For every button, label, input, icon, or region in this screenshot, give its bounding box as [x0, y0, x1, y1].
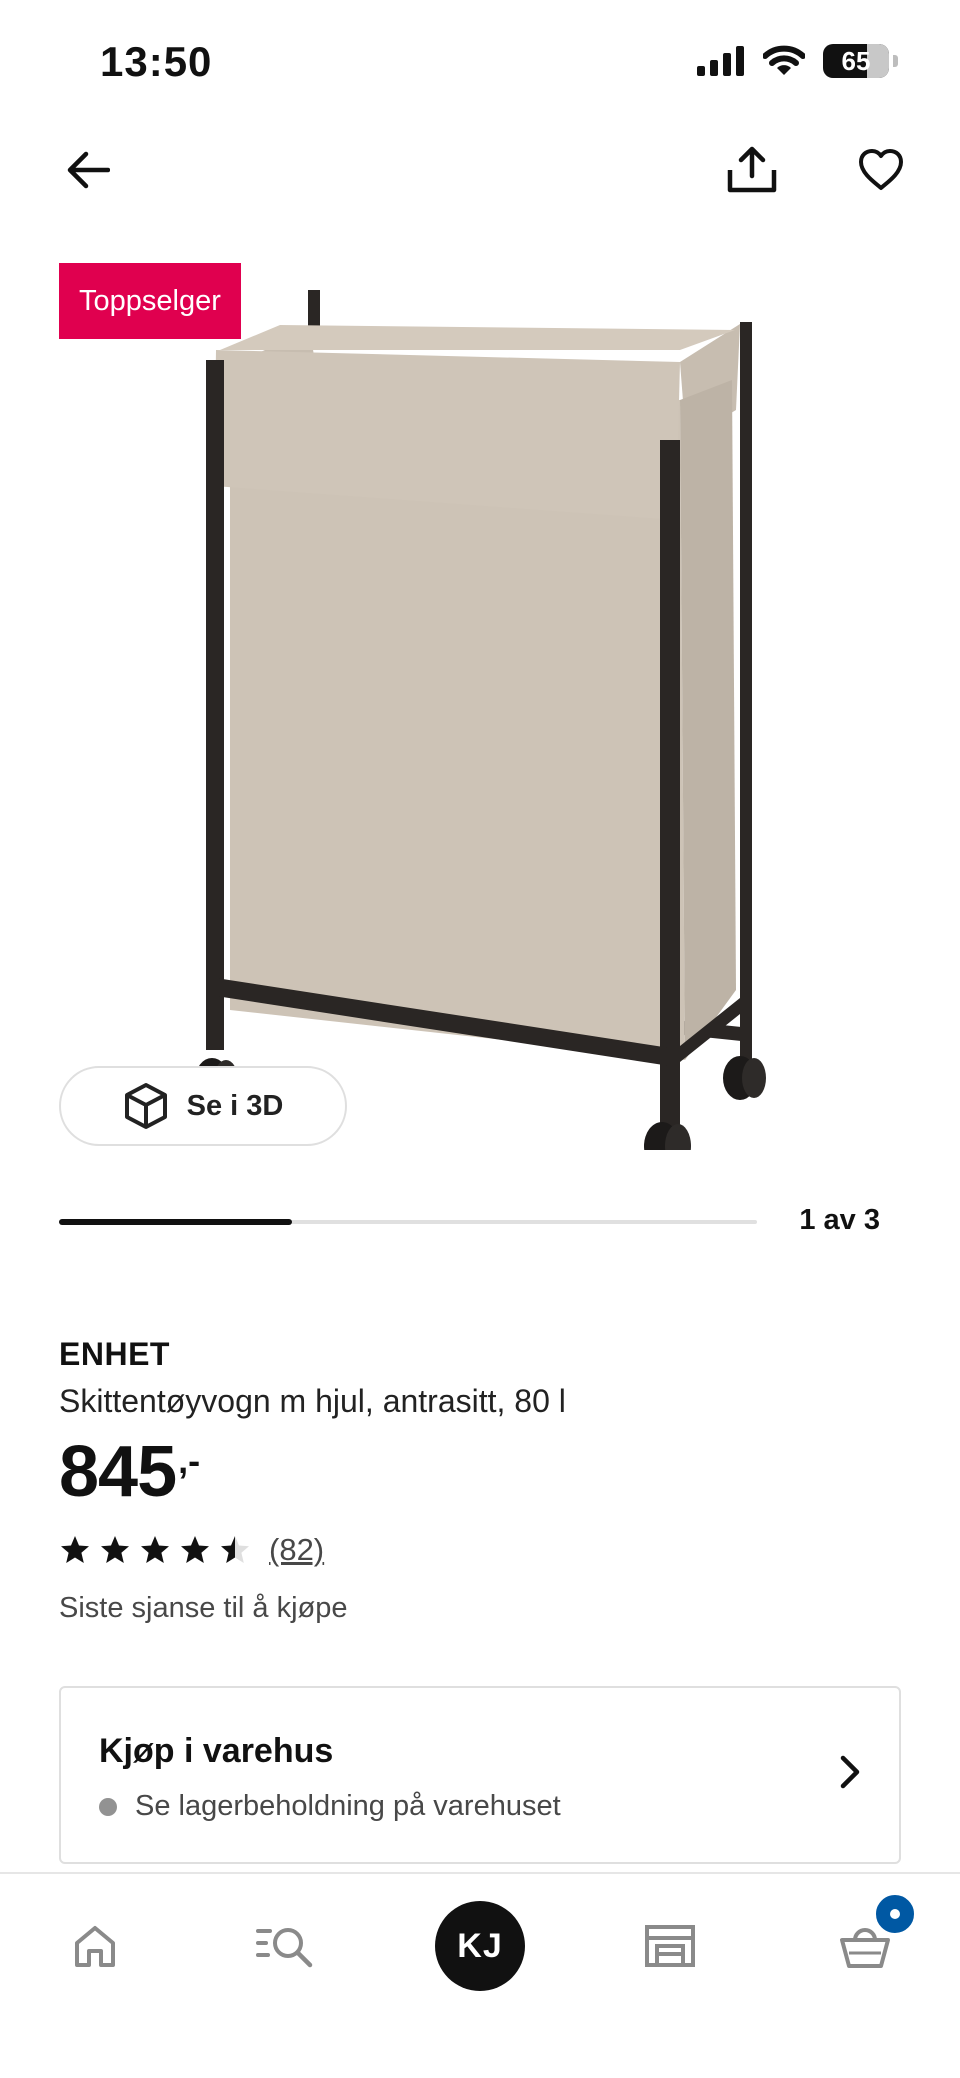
bottom-tab-bar: KJ	[0, 1872, 960, 2078]
tab-cart[interactable]	[815, 1892, 917, 1996]
search-list-icon	[256, 1928, 313, 1968]
product-brand: ENHET	[59, 1336, 170, 1372]
battery-indicator: 65	[823, 44, 889, 78]
product-info: ENHET Skittentøyvogn m hjul, antrasitt, …	[59, 1336, 899, 1625]
product-description: Skittentøyvogn m hjul, antrasitt, 80 l	[59, 1383, 566, 1419]
heart-icon	[859, 149, 903, 190]
top-nav	[0, 130, 960, 210]
cart-badge	[873, 1892, 917, 1936]
favorite-button[interactable]	[841, 130, 921, 210]
back-button[interactable]	[48, 130, 128, 210]
availability-text: Siste sjanse til å kjøpe	[59, 1592, 348, 1624]
view-3d-label: Se i 3D	[186, 1089, 284, 1122]
store-card-subtitle: Se lagerbeholdning på varehuset	[135, 1790, 561, 1822]
store-icon	[645, 1925, 695, 1967]
share-icon	[727, 146, 777, 193]
product-price: 845 ,-	[59, 1436, 899, 1508]
arrow-left-icon	[67, 151, 110, 189]
store-card-subtitle-row: Se lagerbeholdning på varehuset	[99, 1790, 561, 1823]
tab-home[interactable]	[45, 1896, 145, 1996]
star-icon	[221, 1536, 249, 1563]
price-suffix: ,-	[178, 1440, 201, 1481]
tab-search[interactable]	[236, 1896, 336, 1996]
star-icon	[141, 1536, 169, 1563]
top-seller-badge: Toppselger	[59, 263, 241, 339]
battery-level: 65	[841, 45, 871, 76]
cube-icon	[124, 1083, 167, 1129]
status-time: 13:50	[100, 38, 213, 85]
home-icon	[75, 1926, 115, 1967]
star-icon	[61, 1536, 89, 1563]
view-3d-button[interactable]: Se i 3D	[59, 1066, 347, 1146]
star-icon	[101, 1536, 129, 1563]
star-icon	[181, 1536, 209, 1563]
gallery-progress	[59, 1219, 757, 1225]
status-icons: 65	[697, 44, 898, 78]
chevron-right-icon	[840, 1755, 860, 1789]
tab-stores[interactable]	[620, 1896, 720, 1996]
status-bar: 13:50 65	[0, 0, 960, 120]
review-count-link[interactable]: (82)	[269, 1532, 324, 1568]
gallery-progress-fill	[59, 1219, 292, 1225]
share-button[interactable]	[712, 130, 792, 210]
tab-profile[interactable]: KJ	[430, 1896, 530, 1996]
product-gallery[interactable]: Toppselger Se i 3D	[0, 250, 960, 1170]
battery-nub	[893, 55, 898, 67]
image-counter: 1 av 3	[799, 1204, 880, 1236]
price-value: 845	[59, 1432, 177, 1512]
laundry-cart-illustration	[195, 290, 766, 1170]
buy-in-store-card[interactable]: Kjøp i varehus Se lagerbeholdning på var…	[59, 1686, 901, 1864]
stock-status-dot	[99, 1797, 117, 1816]
wifi-icon	[763, 45, 805, 75]
store-card-title: Kjøp i varehus	[99, 1732, 334, 1770]
signal-icon	[697, 46, 744, 76]
rating-stars	[59, 1534, 251, 1566]
product-image	[180, 290, 780, 1170]
profile-avatar: KJ	[435, 1901, 525, 1991]
cart-badge-dot	[890, 1909, 900, 1919]
rating[interactable]: (82)	[59, 1532, 899, 1568]
